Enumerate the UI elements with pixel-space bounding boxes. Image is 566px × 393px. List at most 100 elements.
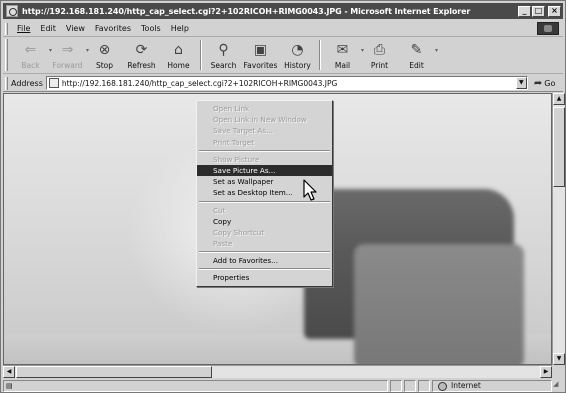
scroll-right-arrow-icon[interactable]: ▶ [540,366,552,378]
forward-arrow-icon: ⇒ [61,42,74,58]
context-item-paste: Paste [213,239,233,249]
history-button[interactable]: ◔ History [279,39,316,72]
windows-logo-throbber [537,22,559,35]
vertical-scrollbar[interactable]: ▲ ▼ [552,93,565,365]
back-button[interactable]: ⇐ Back ▾ [12,39,52,72]
menu-help[interactable]: Help [166,24,194,33]
address-url[interactable]: http://192.168.181.240/http_cap_select.c… [62,79,516,88]
status-bar: ▤ Internet ◢ [3,379,563,392]
maximize-button[interactable]: □ [532,5,545,17]
history-label: History [284,61,311,70]
close-button[interactable]: × [548,5,561,17]
context-item-save-target-as: Save Target As... [213,126,273,136]
scroll-left-arrow-icon[interactable]: ◀ [3,366,15,378]
address-dropdown-button[interactable]: ▼ [515,77,527,89]
address-bar-grip[interactable] [5,76,8,90]
edit-dropdown-icon[interactable]: ▾ [435,47,438,54]
refresh-label: Refresh [127,61,156,70]
menu-view-label: View [65,24,85,33]
context-menu-separator [197,266,332,272]
home-icon: ⌂ [174,42,183,58]
stop-icon: ⊗ [98,42,111,58]
menu-favorites[interactable]: Favorites [90,24,136,33]
print-button[interactable]: ⎙ Print [361,39,398,72]
status-page-icon: ▤ [6,381,13,390]
toolbar-grip[interactable] [5,39,8,71]
window-controls: _ □ × [518,5,561,17]
context-item-show-picture: Show Picture [213,154,260,164]
search-label: Search [210,61,237,70]
horizontal-scrollbar[interactable]: ◀ ▶ [3,365,552,378]
refresh-icon: ⟳ [135,42,148,58]
context-item-save-picture-as[interactable]: Save Picture As... [197,164,332,177]
edit-icon: ✎ [410,42,423,58]
window-title: http://192.168.181.240/http_cap_select.c… [22,6,471,16]
mail-icon: ✉ [336,42,349,58]
favorites-folder-icon: ▣ [253,42,268,58]
back-arrow-icon: ⇐ [24,42,37,58]
menu-edit[interactable]: Edit [35,24,61,33]
context-item-properties[interactable]: Properties [197,272,332,283]
forward-button[interactable]: ⇒ Forward ▾ [49,39,89,72]
menu-edit-label: Edit [40,24,56,33]
scroll-down-arrow-icon[interactable]: ▼ [553,353,565,365]
refresh-button[interactable]: ⟳ Refresh [123,39,160,72]
go-arrow-icon: ➦ [533,77,543,89]
context-item-copy[interactable]: Copy [197,216,332,227]
horizontal-scroll-thumb[interactable] [16,366,212,378]
edit-button[interactable]: ✎ Edit ▾ [398,39,438,72]
stop-label: Stop [95,61,114,70]
menu-view[interactable]: View [61,24,90,33]
menu-tools-label: Tools [141,24,161,33]
toolbar-separator [200,40,202,70]
status-cell [390,379,402,392]
search-button[interactable]: ⚲ Search [205,39,242,72]
internet-explorer-icon[interactable] [6,5,18,17]
internet-globe-icon [438,381,447,391]
mail-button[interactable]: ✉ Mail ▾ [324,39,364,72]
standard-toolbar: ⇐ Back ▾ ⇒ Forward ▾ ⊗ Stop ⟳ Refresh ⌂ … [3,38,563,74]
context-item-cut: Cut [213,205,226,215]
resize-grip-icon[interactable]: ◢ [553,380,563,392]
search-icon: ⚲ [218,42,229,58]
status-cell [404,379,416,392]
menu-favorites-label: Favorites [94,24,132,33]
history-icon: ◔ [291,42,304,58]
menu-bar: File Edit View Favorites Tools Help [3,21,563,37]
title-bar[interactable]: http://192.168.181.240/http_cap_select.c… [3,3,563,19]
context-item-open-link: Open Link [213,104,250,113]
security-zone: Internet [432,379,552,392]
address-label: Address [11,78,43,88]
scroll-up-arrow-icon[interactable]: ▲ [553,93,565,105]
menu-file[interactable]: File [12,24,35,33]
minimize-button[interactable]: _ [518,5,531,17]
vertical-scroll-thumb[interactable] [553,107,565,187]
home-button[interactable]: ⌂ Home [160,39,197,72]
mail-label: Mail [334,61,351,70]
toolbar-separator [319,40,321,70]
menu-tools[interactable]: Tools [136,24,166,33]
status-text: ▤ [3,379,388,392]
menu-bar-grip[interactable] [5,22,8,35]
context-menu-separator [197,148,332,154]
context-item-open-link-in-new-window: Open Link in New Window [213,115,307,125]
context-item-copy-shortcut: Copy Shortcut [213,227,265,237]
back-label: Back [21,61,40,70]
forward-label: Forward [52,61,83,70]
menu-file-label: File [17,24,31,33]
go-button[interactable]: ➦ Go [534,78,555,89]
menu-help-label: Help [170,24,189,33]
context-item-add-to-favorites[interactable]: Add to Favorites... [197,255,332,266]
zone-label: Internet [451,381,481,390]
stop-button[interactable]: ⊗ Stop [86,39,123,72]
favorites-button[interactable]: ▣ Favorites [242,39,279,72]
page-icon [48,78,59,88]
edit-label: Edit [409,61,424,70]
address-input[interactable]: http://192.168.181.240/http_cap_select.c… [45,76,528,90]
mouse-pointer-icon [303,179,317,201]
scrollbar-corner [552,365,565,378]
print-label: Print [370,61,389,70]
address-bar: Address http://192.168.181.240/http_cap_… [3,75,563,92]
context-item-print-target: Print Target [213,137,255,147]
photo-chair-seat [354,244,524,364]
